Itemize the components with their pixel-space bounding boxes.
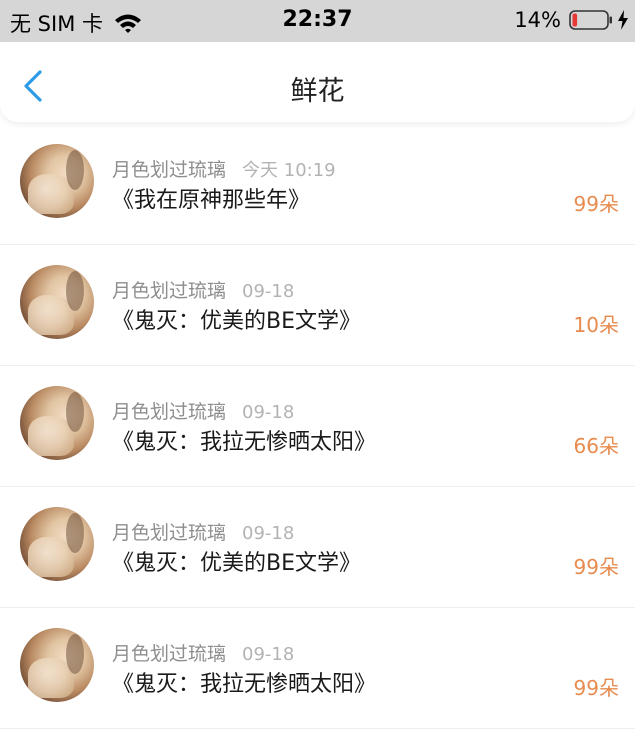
flower-record-list: 月色划过琉璃 今天 10:19 《我在原神那些年》 99朵 月色划过琉璃 09-18…	[0, 124, 635, 729]
avatar[interactable]	[20, 265, 94, 339]
battery-percent: 14%	[514, 8, 561, 32]
author-line: 月色划过琉璃 09-18	[112, 639, 294, 666]
avatar[interactable]	[20, 386, 94, 460]
author-name[interactable]: 月色划过琉璃	[112, 522, 226, 544]
charging-bolt-icon	[617, 10, 629, 30]
flower-count: 99朵	[573, 192, 619, 216]
battery-icon	[569, 10, 613, 30]
book-title[interactable]: 《鬼灭：优美的BE文学》	[112, 303, 361, 335]
avatar[interactable]	[20, 628, 94, 702]
record-time: 09-18	[242, 281, 295, 302]
author-line: 月色划过琉璃 09-18	[112, 397, 294, 424]
list-item[interactable]: 月色划过琉璃 09-18 《鬼灭：我拉无惨晒太阳》 99朵	[0, 608, 635, 729]
book-title[interactable]: 《我在原神那些年》	[112, 182, 310, 214]
avatar[interactable]	[20, 507, 94, 581]
record-time: 09-18	[242, 402, 295, 423]
author-name[interactable]: 月色划过琉璃	[112, 401, 226, 423]
list-item[interactable]: 月色划过琉璃 今天 10:19 《我在原神那些年》 99朵	[0, 124, 635, 245]
author-line: 月色划过琉璃 今天 10:19	[112, 155, 336, 182]
avatar[interactable]	[20, 144, 94, 218]
author-name[interactable]: 月色划过琉璃	[112, 643, 226, 665]
page-title: 鲜花	[290, 76, 345, 107]
author-name[interactable]: 月色划过琉璃	[112, 280, 226, 302]
author-line: 月色划过琉璃 09-18	[112, 518, 294, 545]
record-time: 09-18	[242, 523, 295, 544]
status-bar: 无 SIM 卡 22:37 14%	[0, 0, 635, 42]
status-right: 14%	[514, 8, 629, 32]
list-item[interactable]: 月色划过琉璃 09-18 《鬼灭：我拉无惨晒太阳》 66朵	[0, 366, 635, 487]
list-item[interactable]: 月色划过琉璃 09-18 《鬼灭：优美的BE文学》 99朵	[0, 487, 635, 608]
book-title[interactable]: 《鬼灭：优美的BE文学》	[112, 545, 361, 577]
list-item[interactable]: 月色划过琉璃 09-18 《鬼灭：优美的BE文学》 10朵	[0, 245, 635, 366]
flower-count: 66朵	[573, 434, 619, 458]
flower-count: 99朵	[573, 676, 619, 700]
record-time: 今天 10:19	[242, 160, 336, 181]
nav-bar: 鲜花	[0, 42, 635, 122]
book-title[interactable]: 《鬼灭：我拉无惨晒太阳》	[112, 424, 376, 456]
flower-count: 10朵	[573, 313, 619, 337]
flower-count: 99朵	[573, 555, 619, 579]
record-time: 09-18	[242, 644, 295, 665]
author-line: 月色划过琉璃 09-18	[112, 276, 294, 303]
book-title[interactable]: 《鬼灭：我拉无惨晒太阳》	[112, 666, 376, 698]
author-name[interactable]: 月色划过琉璃	[112, 159, 226, 181]
